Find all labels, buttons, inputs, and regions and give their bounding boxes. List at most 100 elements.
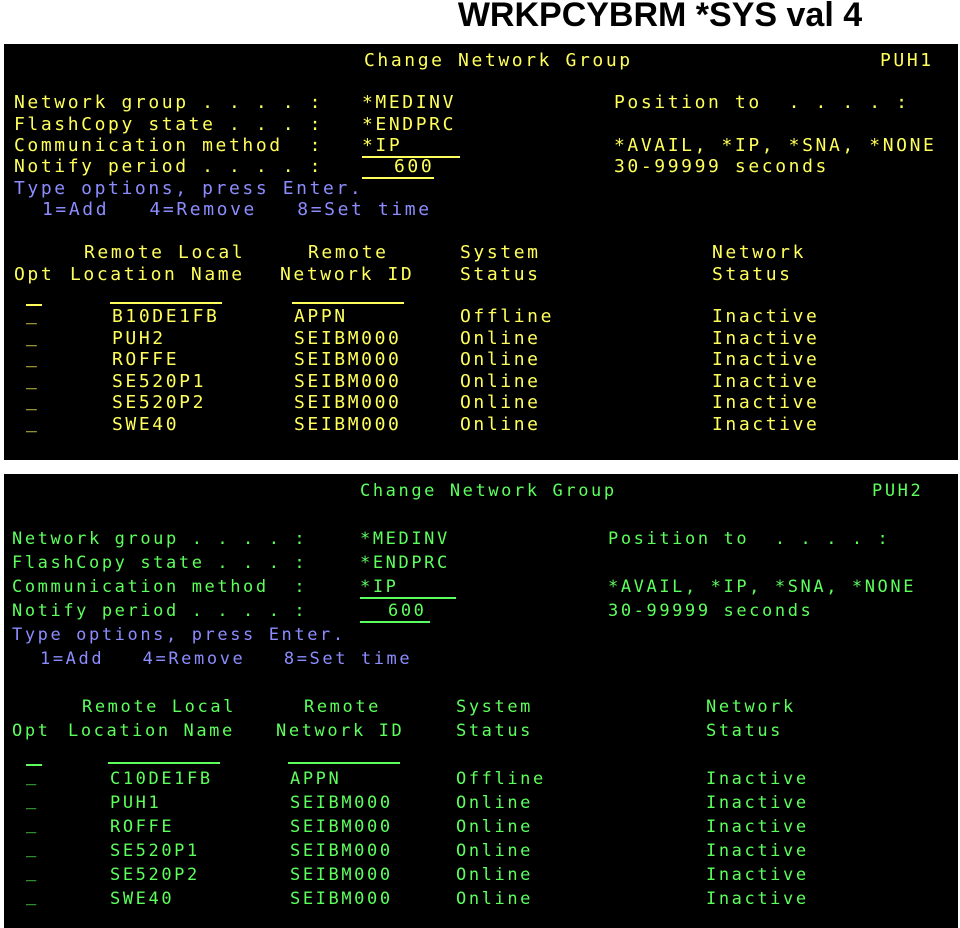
position-to-label: Position to . . . . : [614, 92, 910, 113]
opt-input[interactable]: _ [26, 792, 39, 809]
network-id: APPN [290, 769, 342, 789]
position-to-label: Position to . . . . : [608, 529, 891, 549]
network-id: SEIBM000 [290, 793, 393, 813]
system-status: Online [456, 865, 534, 885]
header-location-name: Location Name [70, 264, 245, 285]
header-remote-local: Remote Local [84, 242, 246, 263]
network-id: SEIBM000 [290, 817, 393, 837]
flashcopy-label: FlashCopy state . . . : [14, 114, 324, 135]
notify-period-hint: 30-99999 seconds [614, 156, 829, 177]
header-network: Network [712, 242, 807, 263]
terminal-screen-puh2: Change Network Group PUH2 Network group … [4, 474, 958, 928]
opt-input[interactable]: _ [26, 414, 39, 432]
header-remote-local: Remote Local [82, 697, 237, 717]
network-status: Inactive [706, 817, 809, 837]
opt-input[interactable]: _ [26, 816, 39, 833]
system-status: Online [460, 371, 541, 392]
network-status: Inactive [712, 414, 820, 435]
notify-period-label: Notify period . . . . : [14, 156, 324, 177]
system-status: Online [460, 328, 541, 349]
opt-input[interactable]: _ [26, 888, 39, 905]
network-status: Inactive [706, 793, 809, 813]
terminal-screen-puh1: Change Network Group PUH1 Network group … [4, 44, 958, 460]
header-system: System [460, 242, 541, 263]
location-name: SE520P2 [110, 865, 200, 885]
network-status: Inactive [706, 841, 809, 861]
system-status: Online [456, 841, 534, 861]
header-opt: Opt [14, 264, 55, 285]
location-name: PUH2 [112, 328, 166, 349]
notify-period-field-underline[interactable] [362, 177, 434, 179]
network-id: SEIBM000 [290, 865, 393, 885]
location-name: PUH1 [110, 793, 162, 813]
notify-period-value[interactable]: 600 [388, 603, 427, 620]
opt-input[interactable]: _ [26, 306, 39, 324]
network-group-label: Network group . . . . : [14, 92, 324, 113]
position-network-id-field[interactable] [292, 302, 404, 304]
header-network-id: Network ID [276, 721, 405, 741]
header-network-status: Status [712, 264, 793, 285]
system-status: Online [456, 889, 534, 909]
screen-title: Change Network Group [364, 50, 633, 71]
opt-input[interactable]: _ [26, 840, 39, 857]
header-location-name: Location Name [68, 721, 235, 741]
notify-period-hint: 30-99999 seconds [608, 601, 814, 621]
system-status: Online [460, 414, 541, 435]
system-status: Online [460, 349, 541, 370]
header-network-id: Network ID [280, 264, 415, 285]
network-id: SEIBM000 [294, 328, 402, 349]
option-list: 1=Add 4=Remove 8=Set time [40, 649, 413, 669]
network-status: Inactive [712, 306, 820, 327]
header-remote: Remote [304, 697, 382, 717]
comm-method-field-underline[interactable] [360, 597, 456, 599]
opt-input[interactable]: _ [26, 371, 39, 389]
notify-period-field-underline[interactable] [360, 621, 430, 623]
opt-input[interactable]: _ [26, 768, 39, 785]
position-network-id-field[interactable] [288, 762, 400, 764]
position-location-field[interactable] [108, 762, 220, 764]
notify-period-value[interactable]: 600 [394, 158, 434, 176]
system-name: PUH2 [872, 481, 924, 501]
instructions: Type options, press Enter. [14, 178, 364, 199]
header-network: Network [706, 697, 796, 717]
network-status: Inactive [712, 328, 820, 349]
network-id: SEIBM000 [294, 349, 402, 370]
opt-input[interactable]: _ [26, 328, 39, 346]
network-id: APPN [294, 306, 348, 327]
system-status: Offline [460, 306, 555, 327]
header-system-status: Status [456, 721, 534, 741]
location-name: SWE40 [110, 889, 175, 909]
network-status: Inactive [706, 865, 809, 885]
system-status: Online [456, 793, 534, 813]
opt-input[interactable]: _ [26, 392, 39, 410]
comm-method-value[interactable]: *IP [362, 137, 402, 155]
comm-method-hint: *AVAIL, *IP, *SNA, *NONE [614, 135, 937, 156]
flashcopy-value: *ENDPRC [362, 114, 457, 135]
header-remote: Remote [308, 242, 389, 263]
location-name: ROFFE [112, 349, 180, 370]
comm-method-value[interactable]: *IP [360, 579, 399, 596]
position-location-field[interactable] [110, 302, 222, 304]
location-name: ROFFE [110, 817, 175, 837]
option-list: 1=Add 4=Remove 8=Set time [42, 199, 432, 220]
location-name: B10DE1FB [112, 306, 220, 327]
instructions: Type options, press Enter. [12, 625, 346, 645]
location-name: SE520P1 [110, 841, 200, 861]
notify-period-label: Notify period . . . . : [12, 601, 308, 621]
network-group-label: Network group . . . . : [12, 529, 308, 549]
location-name: C10DE1FB [110, 769, 213, 789]
opt-input[interactable]: _ [26, 864, 39, 881]
comm-method-label: Communication method : [12, 577, 308, 597]
opt-input[interactable]: _ [26, 349, 39, 367]
network-id: SEIBM000 [290, 841, 393, 861]
header-network-status: Status [706, 721, 784, 741]
network-status: Inactive [712, 349, 820, 370]
system-status: Online [460, 392, 541, 413]
network-status: Inactive [706, 889, 809, 909]
header-opt: Opt [12, 721, 51, 741]
network-id: SEIBM000 [294, 414, 402, 435]
slide-title: WRKPCYBRM *SYS val 4 [457, 0, 863, 34]
network-group-value: *MEDINV [362, 92, 457, 113]
comm-method-hint: *AVAIL, *IP, *SNA, *NONE [608, 577, 917, 597]
system-status: Online [456, 817, 534, 837]
